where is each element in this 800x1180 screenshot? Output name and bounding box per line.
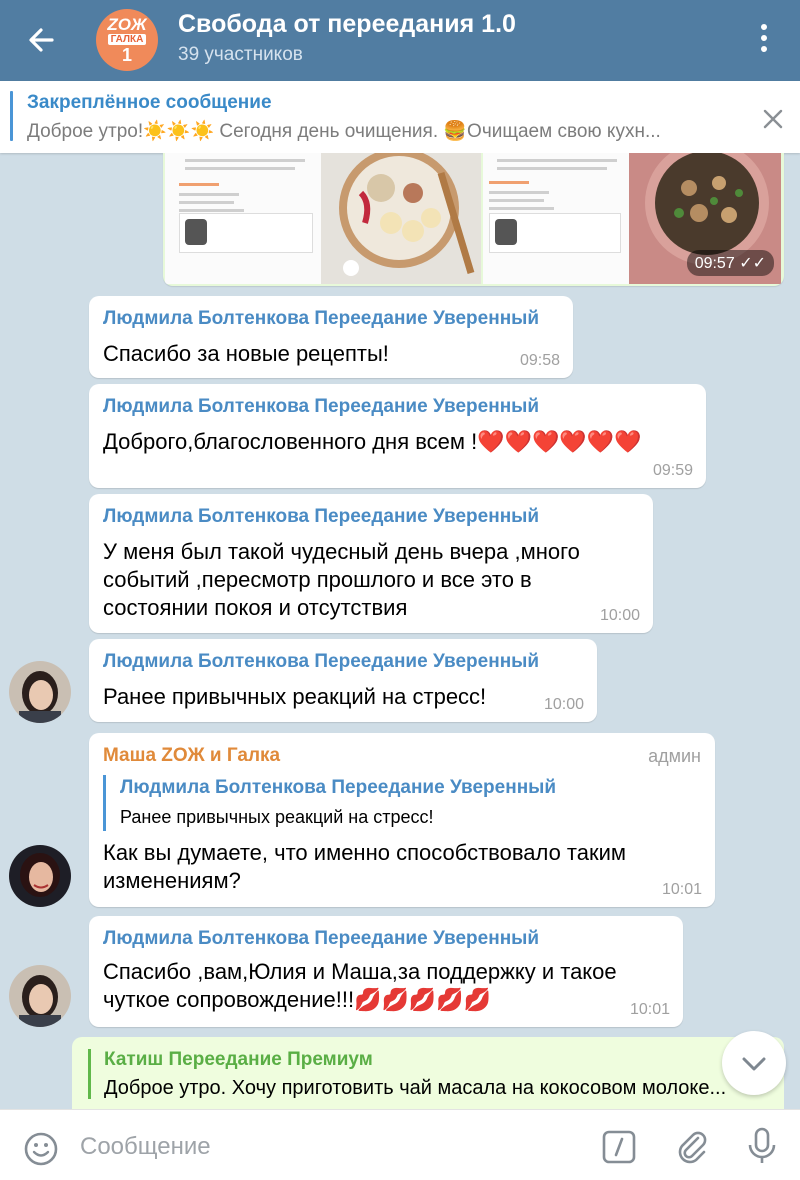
porridge-bowl-image bbox=[321, 153, 481, 284]
message-bubble[interactable]: Людмила Болтенкова Переедание Уверенный … bbox=[89, 494, 653, 633]
reply-sender: Катиш Переедание Премиум bbox=[104, 1049, 373, 1070]
back-arrow-icon bbox=[29, 28, 54, 52]
message-text: Как вы думаете, что именно способствовал… bbox=[103, 839, 626, 895]
outgoing-message-bubble[interactable]: Катиш Переедание Премиум Доброе утро. Хо… bbox=[72, 1037, 784, 1109]
emoji-button[interactable] bbox=[22, 1130, 60, 1168]
message-line: состоянии покоя и отсутствия bbox=[103, 595, 408, 620]
message-input[interactable] bbox=[78, 1126, 582, 1168]
message-line: У меня был такой чудесный день вчера ,мн… bbox=[103, 539, 580, 564]
message-text: У меня был такой чудесный день вчера ,мн… bbox=[103, 538, 580, 622]
user-avatar-photo bbox=[9, 965, 71, 1027]
avatar[interactable] bbox=[9, 965, 71, 1027]
message-bubble[interactable]: Маша ZОЖ и Галка админ Людмила Болтенков… bbox=[89, 733, 715, 907]
bot-command-button[interactable] bbox=[602, 1130, 636, 1164]
message-time: 09:58 bbox=[519, 352, 560, 369]
reply-text: Доброе утро. Хочу приготовить чай масала… bbox=[104, 1077, 727, 1099]
chat-header: ZOЖ ГАЛКА 1 Свобода от переедания 1.0 39… bbox=[0, 0, 800, 81]
message-line: изменениям? bbox=[103, 868, 241, 893]
back-button[interactable] bbox=[22, 20, 62, 60]
message-sender[interactable]: Людмила Болтенкова Переедание Уверенный bbox=[103, 506, 539, 528]
user-avatar-photo bbox=[9, 661, 71, 723]
admin-badge: админ bbox=[648, 746, 701, 766]
message-text: Доброго,благословенного дня всем !❤️❤️❤️… bbox=[103, 429, 642, 454]
message-bubble[interactable]: Людмила Болтенкова Переедание Уверенный … bbox=[89, 296, 573, 378]
message-text: Спасибо ,вам,Юлия и Маша,за поддержку и … bbox=[103, 958, 617, 1014]
message-line: Как вы думаете, что именно способствовал… bbox=[103, 840, 627, 865]
group-avatar-line2: ГАЛКА bbox=[108, 34, 146, 45]
attach-icon bbox=[678, 1131, 707, 1164]
message-text: Ранее привычных реакций на стресс! bbox=[103, 684, 487, 709]
message-sender[interactable]: Людмила Болтенкова Переедание Уверенный bbox=[103, 396, 539, 418]
message-line: чуткое сопровождение!!!💋💋💋💋💋 bbox=[103, 987, 492, 1012]
message-bubble[interactable]: Людмила Болтенкова Переедание Уверенный … bbox=[89, 384, 706, 488]
photo-album-message[interactable]: 09:57 ✓✓ bbox=[163, 153, 784, 286]
message-text: Спасибо за новые рецепты! bbox=[103, 341, 389, 366]
reply-quote[interactable]: Людмила Болтенкова Переедание Уверенный … bbox=[103, 775, 666, 831]
pinned-close-button[interactable] bbox=[760, 106, 786, 132]
message-time: 10:00 bbox=[543, 696, 584, 713]
message-bubble[interactable]: Людмила Болтенкова Переедание Уверенный … bbox=[89, 639, 597, 722]
message-line: Спасибо ,вам,Юлия и Маша,за поддержку и … bbox=[103, 959, 617, 984]
emoji-icon bbox=[24, 1132, 58, 1166]
attach-button[interactable] bbox=[674, 1128, 710, 1164]
mic-icon bbox=[748, 1127, 776, 1163]
message-sender[interactable]: Людмила Болтенкова Переедание Уверенный bbox=[103, 308, 539, 330]
more-menu-button[interactable] bbox=[752, 24, 776, 56]
avatar[interactable] bbox=[9, 661, 71, 723]
chevron-down-icon bbox=[742, 1057, 766, 1071]
recipe-photo-3[interactable] bbox=[483, 153, 629, 284]
message-time: 10:01 bbox=[661, 881, 702, 898]
group-avatar[interactable]: ZOЖ ГАЛКА 1 bbox=[96, 9, 158, 71]
photo-time: 09:57 bbox=[694, 255, 735, 272]
more-vert-icon bbox=[752, 24, 776, 52]
chat-title[interactable]: Свобода от переедания 1.0 bbox=[178, 10, 516, 39]
double-check-icon: ✓✓ bbox=[739, 255, 766, 272]
member-count: 39 участников bbox=[178, 44, 303, 65]
message-list[interactable]: 09:57 ✓✓ Людмила Болтенкова Переедание У… bbox=[0, 153, 800, 1109]
reply-text: Ранее привычных реакций на стресс! bbox=[120, 807, 434, 827]
message-sender[interactable]: Людмила Болтенкова Переедание Уверенный bbox=[103, 651, 539, 673]
group-avatar-line3: 1 bbox=[121, 45, 132, 65]
message-time: 10:00 bbox=[599, 607, 640, 624]
message-composer bbox=[0, 1109, 800, 1180]
message-sender[interactable]: Маша ZОЖ и Галка bbox=[103, 745, 280, 767]
pinned-title: Закреплённое сообщение bbox=[27, 92, 272, 113]
reply-accent-bar bbox=[88, 1049, 91, 1099]
pinned-text: Доброе утро!☀️☀️☀️ Сегодня день очищения… bbox=[27, 121, 661, 142]
pinned-accent-bar bbox=[10, 91, 13, 141]
reply-sender: Людмила Болтенкова Переедание Уверенный bbox=[120, 777, 557, 798]
message-time: 10:01 bbox=[629, 1001, 670, 1018]
recipe-photo-1[interactable] bbox=[165, 153, 321, 284]
message-line: событий ,пересмотр прошлого и все это в bbox=[103, 567, 532, 592]
message-bubble[interactable]: Людмила Болтенкова Переедание Уверенный … bbox=[89, 916, 683, 1027]
admin-avatar-photo bbox=[9, 845, 71, 907]
pinned-message[interactable]: Закреплённое сообщение Доброе утро!☀️☀️☀… bbox=[0, 81, 800, 153]
scroll-down-button[interactable] bbox=[722, 1031, 786, 1095]
avatar[interactable] bbox=[9, 845, 71, 907]
voice-message-button[interactable] bbox=[744, 1126, 780, 1166]
message-time: 09:59 bbox=[652, 462, 693, 479]
message-sender[interactable]: Людмила Болтенкова Переедание Уверенный bbox=[103, 928, 539, 950]
group-avatar-line1: ZOЖ bbox=[107, 15, 147, 34]
close-icon bbox=[763, 109, 783, 129]
command-icon bbox=[602, 1130, 636, 1164]
recipe-photo-2[interactable] bbox=[321, 153, 481, 284]
photo-time-badge: 09:57 ✓✓ bbox=[686, 250, 774, 276]
